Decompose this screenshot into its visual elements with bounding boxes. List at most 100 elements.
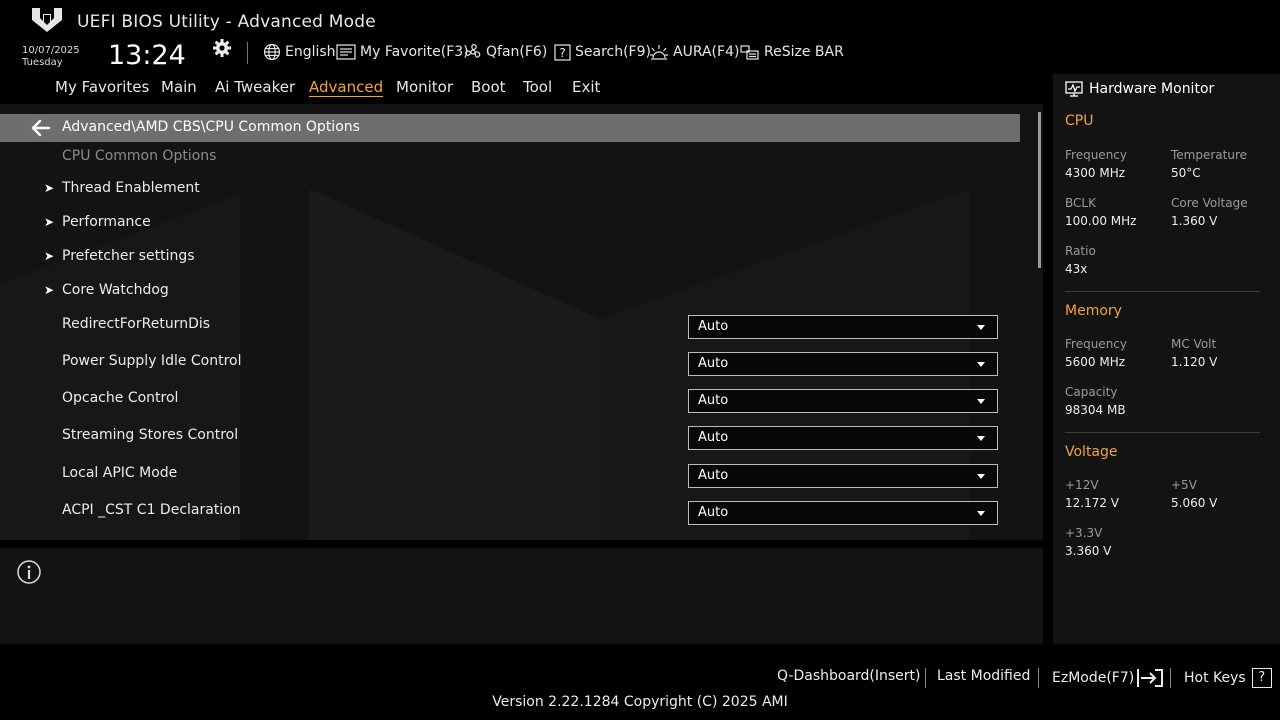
redirectforreturndis-dropdown[interactable]: Auto [688, 315, 998, 339]
last-modified-button[interactable]: Last Modified [937, 668, 1030, 684]
core-voltage-label: Core Voltage [1171, 196, 1248, 210]
capacity-value: 98304 MB [1065, 403, 1126, 417]
setting-label-opcache-control: Opcache Control [62, 390, 179, 406]
v12-value: 12.172 V [1065, 496, 1120, 510]
globe-icon [263, 43, 281, 61]
header-bar: UEFI BIOS Utility - Advanced Mode 10/07/… [0, 0, 1280, 74]
ratio-value: 43x [1065, 262, 1088, 276]
cpu-frequency-value: 4300 MHz [1065, 166, 1126, 180]
aura-label: AURA(F4) [673, 44, 740, 60]
caret-down-icon [977, 474, 985, 479]
memory-section-heading: Memory [1065, 303, 1122, 319]
language-button[interactable]: English [263, 42, 336, 62]
help-info-panel [0, 548, 1043, 644]
caret-down-icon [977, 511, 985, 516]
hot-keys-button[interactable]: Hot Keys ? [1184, 668, 1272, 688]
opcache-control-dropdown[interactable]: Auto [688, 389, 998, 413]
back-arrow-icon[interactable] [31, 119, 51, 137]
submenu-label: Thread Enablement [62, 180, 200, 196]
bclk-label: BCLK [1065, 196, 1096, 210]
language-label: English [285, 44, 336, 60]
power-supply-idle-control-dropdown[interactable]: Auto [688, 352, 998, 376]
cpu-temperature-label: Temperature [1171, 148, 1248, 162]
resize-bar-button[interactable]: ReSize BAR [740, 42, 844, 62]
caret-down-icon [977, 325, 985, 330]
settings-panel: Advanced\AMD CBS\CPU Common Options CPU … [0, 104, 1043, 540]
setting-label-streaming-stores-control: Streaming Stores Control [62, 427, 239, 443]
submenu-core-watchdog[interactable]: ➤ Core Watchdog [44, 279, 169, 301]
qfan-button[interactable]: Qfan(F6) [464, 42, 547, 62]
tuf-logo-icon [32, 8, 62, 32]
tab-my-favorites[interactable]: My Favorites [55, 78, 149, 96]
my-favorite-button[interactable]: My Favorite(F3) [336, 42, 469, 62]
submenu-thread-enablement[interactable]: ➤ Thread Enablement [44, 177, 200, 199]
mc-volt-label: MC Volt [1171, 337, 1217, 351]
setting-label-acpi-cst-c1-declaration: ACPI _CST C1 Declaration [62, 502, 241, 518]
settings-scrollbar[interactable] [1038, 112, 1041, 268]
day-text: Tuesday [22, 57, 63, 68]
bclk-value: 100.00 MHz [1065, 214, 1137, 228]
tab-tool[interactable]: Tool [523, 78, 552, 96]
v33-value: 3.360 V [1065, 544, 1112, 558]
local-apic-mode-dropdown[interactable]: Auto [688, 464, 998, 488]
submenu-prefetcher-settings[interactable]: ➤ Prefetcher settings [44, 245, 195, 267]
setting-label-local-apic-mode: Local APIC Mode [62, 465, 178, 481]
resize-bar-icon [740, 45, 759, 60]
search-button[interactable]: ? Search(F9) [554, 42, 651, 62]
qfan-label: Qfan(F6) [486, 44, 548, 60]
dropdown-value: Auto [698, 505, 729, 520]
clock-time[interactable]: 13:24 [108, 40, 186, 71]
svg-text:?: ? [559, 46, 565, 60]
capacity-label: Capacity [1065, 385, 1118, 399]
submenu-label: Prefetcher settings [62, 248, 195, 264]
chevron-right-icon: ➤ [44, 181, 55, 195]
gear-icon[interactable] [212, 38, 232, 58]
caret-down-icon [977, 399, 985, 404]
setting-label-power-supply-idle-control: Power Supply Idle Control [62, 353, 242, 369]
hardware-monitor-header: Hardware Monitor [1065, 79, 1214, 99]
search-help-icon: ? [554, 43, 571, 61]
dropdown-value: Auto [698, 319, 729, 334]
search-label: Search(F9) [575, 44, 651, 60]
app-title: UEFI BIOS Utility - Advanced Mode [77, 12, 376, 32]
submenu-performance[interactable]: ➤ Performance [44, 211, 151, 233]
aura-button[interactable]: AURA(F4) [649, 42, 739, 62]
tab-ai-tweaker[interactable]: Ai Tweaker [215, 78, 295, 96]
favorite-list-icon [336, 44, 356, 60]
help-question-icon: ? [1251, 668, 1272, 688]
caret-down-icon [977, 362, 985, 367]
mc-volt-value: 1.120 V [1171, 355, 1218, 369]
section-title: CPU Common Options [62, 148, 217, 164]
footer-divider [1170, 668, 1171, 688]
tab-boot[interactable]: Boot [471, 78, 506, 96]
cpu-frequency-label: Frequency [1065, 148, 1127, 162]
tab-exit[interactable]: Exit [572, 78, 600, 96]
caret-down-icon [977, 436, 985, 441]
voltage-section-heading: Voltage [1065, 444, 1118, 460]
memory-frequency-label: Frequency [1065, 337, 1127, 351]
footer-bar: Q-Dashboard(Insert) Last Modified EzMode… [0, 644, 1280, 720]
v5-label: +5V [1171, 478, 1197, 492]
tab-monitor[interactable]: Monitor [396, 78, 453, 96]
setting-label-redirectforreturndis: RedirectForReturnDis [62, 316, 211, 332]
hardware-monitor-title: Hardware Monitor [1089, 81, 1215, 97]
chevron-right-icon: ➤ [44, 283, 55, 297]
header-divider [247, 42, 248, 64]
ezmode-exit-icon [1137, 669, 1164, 687]
ezmode-label: EzMode(F7) [1052, 670, 1135, 686]
submenu-label: Performance [62, 214, 151, 230]
streaming-stores-control-dropdown[interactable]: Auto [688, 426, 998, 450]
tab-main[interactable]: Main [161, 78, 197, 96]
ezmode-button[interactable]: EzMode(F7) [1052, 668, 1164, 688]
dropdown-value: Auto [698, 393, 729, 408]
resize-bar-label: ReSize BAR [764, 44, 844, 60]
info-icon [17, 560, 41, 584]
v5-value: 5.060 V [1171, 496, 1218, 510]
tab-advanced[interactable]: Advanced [309, 78, 383, 96]
acpi-cst-c1-declaration-dropdown[interactable]: Auto [688, 501, 998, 525]
fan-icon [465, 44, 481, 58]
submenu-label: Core Watchdog [62, 282, 169, 298]
breadcrumb-path: Advanced\AMD CBS\CPU Common Options [62, 119, 360, 135]
footer-divider [1038, 668, 1039, 688]
q-dashboard-button[interactable]: Q-Dashboard(Insert) [777, 668, 921, 684]
